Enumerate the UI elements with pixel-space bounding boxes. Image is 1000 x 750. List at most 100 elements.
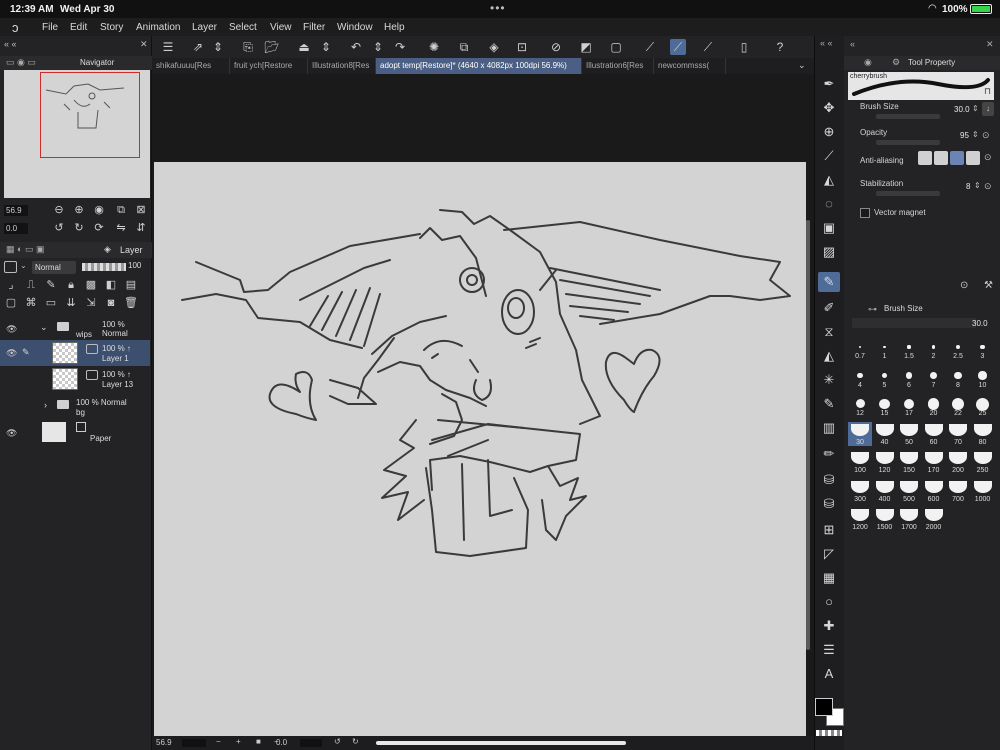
navigator-viewport-frame[interactable]: [40, 72, 140, 158]
rotate-left-small-icon[interactable]: ↺: [334, 737, 341, 746]
eyedropper-icon[interactable]: ⟋: [818, 146, 840, 166]
close-panel-icon[interactable]: ✕: [986, 39, 994, 50]
clip-layer-icon[interactable]: ⌟: [4, 278, 18, 292]
nav-zoom-field[interactable]: 56.9: [4, 205, 28, 216]
brush-size-preset[interactable]: 3: [971, 336, 995, 360]
open-folder-icon[interactable]: 📂︎: [264, 39, 280, 55]
transfer-icon[interactable]: ⇲: [84, 296, 98, 310]
eraser-icon[interactable]: ◭: [818, 346, 840, 366]
antialias-expand-icon[interactable]: ⊙: [984, 152, 992, 163]
zoom-slider[interactable]: [182, 739, 206, 747]
undo-icon[interactable]: ↶: [348, 39, 364, 55]
help-icon[interactable]: ?: [772, 39, 788, 55]
brush-size-preset[interactable]: 700: [946, 479, 970, 503]
collapse-icon[interactable]: « «: [820, 38, 833, 48]
brush-size-preset[interactable]: 10: [971, 365, 995, 389]
angle-readout[interactable]: 0.0: [276, 738, 287, 747]
brush-size-preset[interactable]: 0.7: [848, 336, 872, 360]
tab-adopt-temp[interactable]: adopt temp[Restore]* (4640 x 4082px 100d…: [376, 58, 582, 74]
brush-size-preset[interactable]: 15: [873, 393, 897, 417]
new-vector-layer-icon[interactable]: ⌘: [24, 296, 38, 310]
menu-story[interactable]: Story: [100, 22, 123, 33]
tool-property-title[interactable]: Tool Property: [908, 58, 955, 67]
copy-icon[interactable]: ⧉: [456, 39, 472, 55]
eraser-tool-icon[interactable]: ◭: [818, 170, 840, 190]
blend-chevron-icon[interactable]: ⌄: [20, 261, 27, 270]
pen-sub-tool-icon[interactable]: ✎: [818, 272, 840, 292]
brush-size-preset[interactable]: 8: [946, 365, 970, 389]
brush-size-preset[interactable]: 150: [897, 450, 921, 474]
layer-opacity-slider[interactable]: [82, 263, 126, 271]
flip-horizontal-icon[interactable]: ⇋: [114, 221, 128, 235]
mask-add-icon[interactable]: ◙: [104, 296, 118, 310]
layer-color-toggle-icon[interactable]: ▤: [124, 278, 138, 292]
redo-icon[interactable]: ↷: [392, 39, 408, 55]
app-logo-icon[interactable]: ↄ: [12, 20, 19, 35]
lasso-icon[interactable]: ◌: [818, 194, 840, 214]
brush-size-slider[interactable]: [876, 114, 940, 119]
pencil-icon[interactable]: ✏︎: [818, 444, 840, 464]
stepper-icon[interactable]: ⇕: [318, 39, 334, 55]
lock-icon[interactable]: ⊓: [984, 86, 991, 97]
triangle-tool-icon[interactable]: ◸: [818, 544, 840, 564]
draft-layer-icon[interactable]: ✎: [44, 278, 58, 292]
fill-bucket-icon[interactable]: ▨: [818, 242, 840, 262]
delete-layer-icon[interactable]: 🗑︎: [124, 296, 138, 310]
wrench-icon[interactable]: ⚒︎: [984, 280, 993, 291]
tab-newcommsss[interactable]: newcommsss(: [654, 58, 726, 74]
brush-size-preset[interactable]: 5: [873, 365, 897, 389]
zoom-out-small-icon[interactable]: −: [216, 737, 221, 746]
mask-icon[interactable]: ◧: [104, 278, 118, 292]
nav-angle-field[interactable]: 0.0: [4, 223, 28, 234]
brush-size-preset[interactable]: 2.5: [946, 336, 970, 360]
brush-size-preset[interactable]: 500: [897, 479, 921, 503]
brush-size-preset[interactable]: 300: [848, 479, 872, 503]
brush-size-preset[interactable]: 25: [971, 393, 995, 417]
fit-icon[interactable]: ◉: [92, 203, 106, 217]
menu-help[interactable]: Help: [384, 22, 405, 33]
brush-size-preset[interactable]: 30: [848, 421, 872, 446]
canvas-vertical-scrollbar[interactable]: [806, 220, 810, 650]
zoom-in-icon[interactable]: ⊕: [72, 203, 86, 217]
brush-size-preset[interactable]: 1200: [848, 507, 872, 531]
reset-rotation-icon[interactable]: ⟳: [92, 221, 106, 235]
drawing-canvas[interactable]: [154, 162, 806, 738]
pen-tool-icon[interactable]: ✒︎: [818, 74, 840, 94]
stabilization-slider[interactable]: [876, 191, 940, 196]
menu-animation[interactable]: Animation: [136, 22, 180, 33]
new-canvas-icon[interactable]: ⎘: [240, 39, 256, 55]
merge-down-icon[interactable]: ⇊: [64, 296, 78, 310]
lock-transparency-icon[interactable]: ▩: [84, 278, 98, 292]
visibility-eye-icon[interactable]: 👁︎: [6, 348, 17, 359]
zoom-out-icon[interactable]: ⊖: [52, 203, 66, 217]
layer-row-bg[interactable]: › 100 % Normal bg: [0, 394, 150, 420]
brush-size-preset[interactable]: 6: [897, 365, 921, 389]
brush-size-preset[interactable]: 40: [873, 422, 897, 446]
color-pen-icon[interactable]: ✎: [818, 394, 840, 414]
brush-size-preset[interactable]: 4: [848, 365, 872, 389]
move-tool-icon[interactable]: ✥: [818, 98, 840, 118]
brush-size-preset[interactable]: 60: [922, 422, 946, 446]
menu-file[interactable]: File: [42, 22, 58, 33]
brush-size-preset[interactable]: 22: [946, 393, 970, 417]
circle-tool-icon[interactable]: ○: [818, 592, 840, 612]
snap-icon[interactable]: ⟋: [670, 39, 686, 55]
brush-size-preset[interactable]: 80: [971, 422, 995, 446]
invert-selection-icon[interactable]: ◩: [578, 39, 594, 55]
foreground-color-swatch[interactable]: [815, 698, 833, 716]
rotate-left-icon[interactable]: ↺: [52, 221, 66, 235]
layer-row-layer-13[interactable]: 100 % ↑ Layer 13: [0, 366, 150, 392]
lines-tool-icon[interactable]: ☰: [818, 640, 840, 660]
brush-size-palette-value[interactable]: 30.0: [972, 319, 988, 328]
grid-tool-icon[interactable]: ⊞: [818, 520, 840, 540]
new-folder-icon[interactable]: ▭: [44, 296, 58, 310]
export-icon[interactable]: ⇗: [190, 39, 206, 55]
ruler-icon[interactable]: ⟋: [642, 39, 658, 55]
brush-size-preset[interactable]: 1700: [897, 507, 921, 531]
layer-color-icon[interactable]: [4, 261, 17, 273]
brush-size-palette-slider[interactable]: [852, 318, 976, 328]
actual-size-icon[interactable]: ⧉: [114, 203, 128, 217]
stepper-icon[interactable]: ⇕: [974, 181, 981, 190]
tabs-chevron-icon[interactable]: ⌄: [798, 60, 806, 71]
stepper-icon[interactable]: ⇕: [210, 39, 226, 55]
